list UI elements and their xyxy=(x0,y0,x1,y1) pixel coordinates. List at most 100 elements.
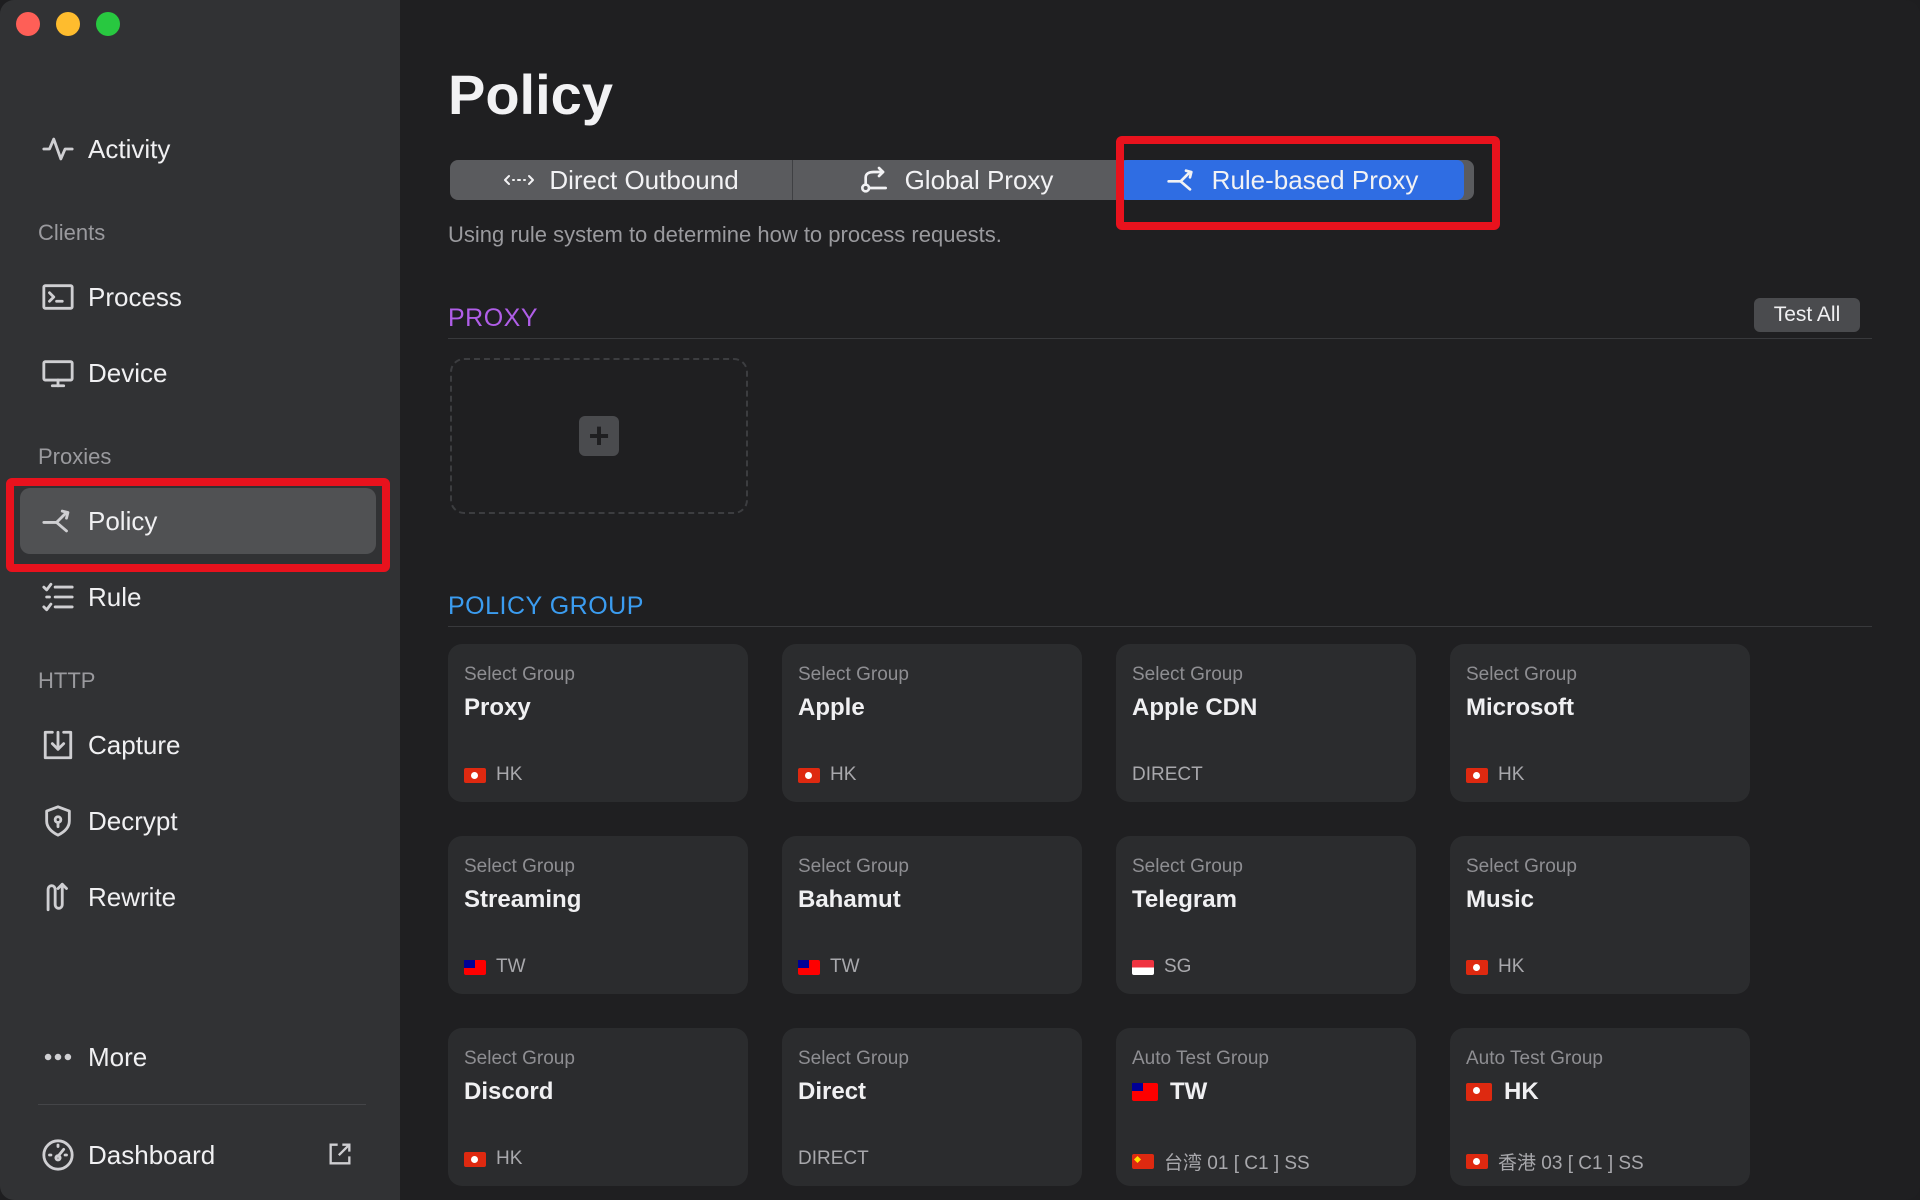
sidebar-item-label: Capture xyxy=(88,729,181,760)
activity-pulse-icon xyxy=(38,129,78,169)
sidebar-item-label: Rule xyxy=(88,581,142,612)
sidebar-item-label: Process xyxy=(88,281,182,312)
flag-icon xyxy=(1466,959,1488,975)
policy-group-card[interactable]: Auto Test Group TW 台湾 01 [ C1 ] SS xyxy=(1116,1028,1416,1186)
mode-description: Using rule system to determine how to pr… xyxy=(448,222,1002,247)
group-type: Select Group xyxy=(798,856,909,877)
group-type: Select Group xyxy=(1132,856,1243,877)
mode-direct-outbound-button[interactable]: Direct Outbound xyxy=(450,160,793,200)
sidebar-section-http: HTTP xyxy=(38,668,96,693)
ellipsis-icon xyxy=(38,1037,78,1077)
sidebar-item-label: Device xyxy=(88,357,168,388)
policy-group-card[interactable]: Select Group Telegram SG xyxy=(1116,836,1416,994)
gauge-icon xyxy=(38,1135,78,1175)
flag-icon xyxy=(1132,1154,1154,1169)
sidebar-item-more[interactable]: More xyxy=(20,1024,376,1090)
group-name: Direct xyxy=(798,1078,866,1106)
group-selected-policy: HK xyxy=(464,764,522,786)
group-type: Select Group xyxy=(798,664,909,685)
group-name: Proxy xyxy=(464,694,531,722)
flag-icon xyxy=(464,1151,486,1167)
minimize-window-button[interactable] xyxy=(56,12,80,36)
group-name: Apple xyxy=(798,694,865,722)
direct-outbound-icon xyxy=(504,175,535,185)
external-link-icon[interactable] xyxy=(326,1140,356,1170)
sidebar-item-rule[interactable]: Rule xyxy=(20,564,376,630)
group-type: Select Group xyxy=(1466,856,1577,877)
sidebar-item-activity[interactable]: Activity xyxy=(20,116,376,182)
group-type: Auto Test Group xyxy=(1466,1048,1603,1069)
terminal-icon xyxy=(38,277,78,317)
sidebar-item-capture[interactable]: Capture xyxy=(20,712,376,778)
group-selected-policy: DIRECT xyxy=(1132,764,1203,786)
group-name: TW xyxy=(1132,1078,1207,1106)
group-name-text: Proxy xyxy=(464,694,531,721)
flag-icon xyxy=(798,767,820,783)
group-selected-policy: TW xyxy=(464,956,526,978)
group-name-text: HK xyxy=(1504,1078,1539,1105)
page-title: Policy xyxy=(448,63,613,126)
group-selected-policy: SG xyxy=(1132,956,1191,978)
sidebar-item-label: Activity xyxy=(88,133,171,164)
group-name-text: Microsoft xyxy=(1466,694,1574,721)
sidebar-item-decrypt[interactable]: Decrypt xyxy=(20,788,376,854)
group-name: Telegram xyxy=(1132,886,1237,914)
group-selected-policy: HK xyxy=(1466,956,1524,978)
rewrite-icon xyxy=(38,877,78,917)
group-name: Streaming xyxy=(464,886,581,914)
policy-group-card[interactable]: Select Group Microsoft HK xyxy=(1450,644,1750,802)
group-name-text: Streaming xyxy=(464,886,582,913)
group-type: Select Group xyxy=(798,1048,909,1069)
monitor-icon xyxy=(38,353,78,393)
selected-policy-text: DIRECT xyxy=(798,1148,869,1169)
policy-group-card[interactable]: Select Group Direct DIRECT xyxy=(782,1028,1082,1186)
close-window-button[interactable] xyxy=(16,12,40,36)
policy-group-card[interactable]: Select Group Proxy HK xyxy=(448,644,748,802)
zoom-window-button[interactable] xyxy=(96,12,120,36)
policy-group-card[interactable]: Select Group Music HK xyxy=(1450,836,1750,994)
flag-icon xyxy=(464,959,486,975)
policy-group-card[interactable]: Select Group Discord HK xyxy=(448,1028,748,1186)
flag-icon xyxy=(464,767,486,783)
sidebar-section-clients: Clients xyxy=(38,220,106,245)
app-window: Activity Clients Process Device Proxies … xyxy=(0,0,1920,1200)
policy-group-card[interactable]: Auto Test Group HK 香港 03 [ C1 ] SS xyxy=(1450,1028,1750,1186)
policy-group-card[interactable]: Select Group Streaming TW xyxy=(448,836,748,994)
policy-group-card[interactable]: Select Group Bahamut TW xyxy=(782,836,1082,994)
policy-group-card[interactable]: Select Group Apple CDN DIRECT xyxy=(1116,644,1416,802)
group-type: Select Group xyxy=(1466,664,1577,685)
group-name: Apple CDN xyxy=(1132,694,1257,722)
window-controls xyxy=(16,12,120,36)
sidebar-item-dashboard[interactable]: Dashboard xyxy=(20,1122,376,1188)
sidebar-item-label: Rewrite xyxy=(88,881,177,912)
group-type: Select Group xyxy=(464,1048,575,1069)
add-proxy-button[interactable]: + xyxy=(450,358,748,514)
flag-icon xyxy=(1132,959,1154,975)
group-name-text: Music xyxy=(1466,886,1535,913)
group-name-text: Discord xyxy=(464,1078,554,1105)
sidebar-item-rewrite[interactable]: Rewrite xyxy=(20,864,376,930)
sidebar-item-process[interactable]: Process xyxy=(20,264,376,330)
selected-policy-text: HK xyxy=(496,764,523,785)
selected-policy-text: HK xyxy=(1498,764,1525,785)
mode-global-proxy-button[interactable]: Global Proxy xyxy=(793,160,1120,200)
sidebar-item-device[interactable]: Device xyxy=(20,340,376,406)
group-selected-policy: HK xyxy=(464,1148,522,1170)
policy-group-card[interactable]: Select Group Apple HK xyxy=(782,644,1082,802)
selected-policy-text: 台湾 01 [ C1 ] SS xyxy=(1164,1153,1310,1174)
selected-policy-text: DIRECT xyxy=(1132,764,1203,785)
main-content: Policy Direct Outbound Global Proxy Rule… xyxy=(400,0,1920,1200)
download-tray-icon xyxy=(38,725,78,765)
selected-policy-text: HK xyxy=(496,1148,523,1169)
highlight-policy-sidebar xyxy=(6,478,390,572)
group-type: Select Group xyxy=(464,664,575,685)
group-name: Microsoft xyxy=(1466,694,1574,722)
group-name-text: Apple xyxy=(798,694,865,721)
sidebar-section-proxies: Proxies xyxy=(38,444,112,469)
mode-label: Direct Outbound xyxy=(549,164,739,195)
test-all-button[interactable]: Test All xyxy=(1754,298,1860,332)
group-name-text: TW xyxy=(1170,1078,1208,1105)
selected-policy-text: HK xyxy=(830,764,857,785)
group-selected-policy: 台湾 01 [ C1 ] SS xyxy=(1132,1148,1310,1175)
selected-policy-text: TW xyxy=(496,956,526,977)
